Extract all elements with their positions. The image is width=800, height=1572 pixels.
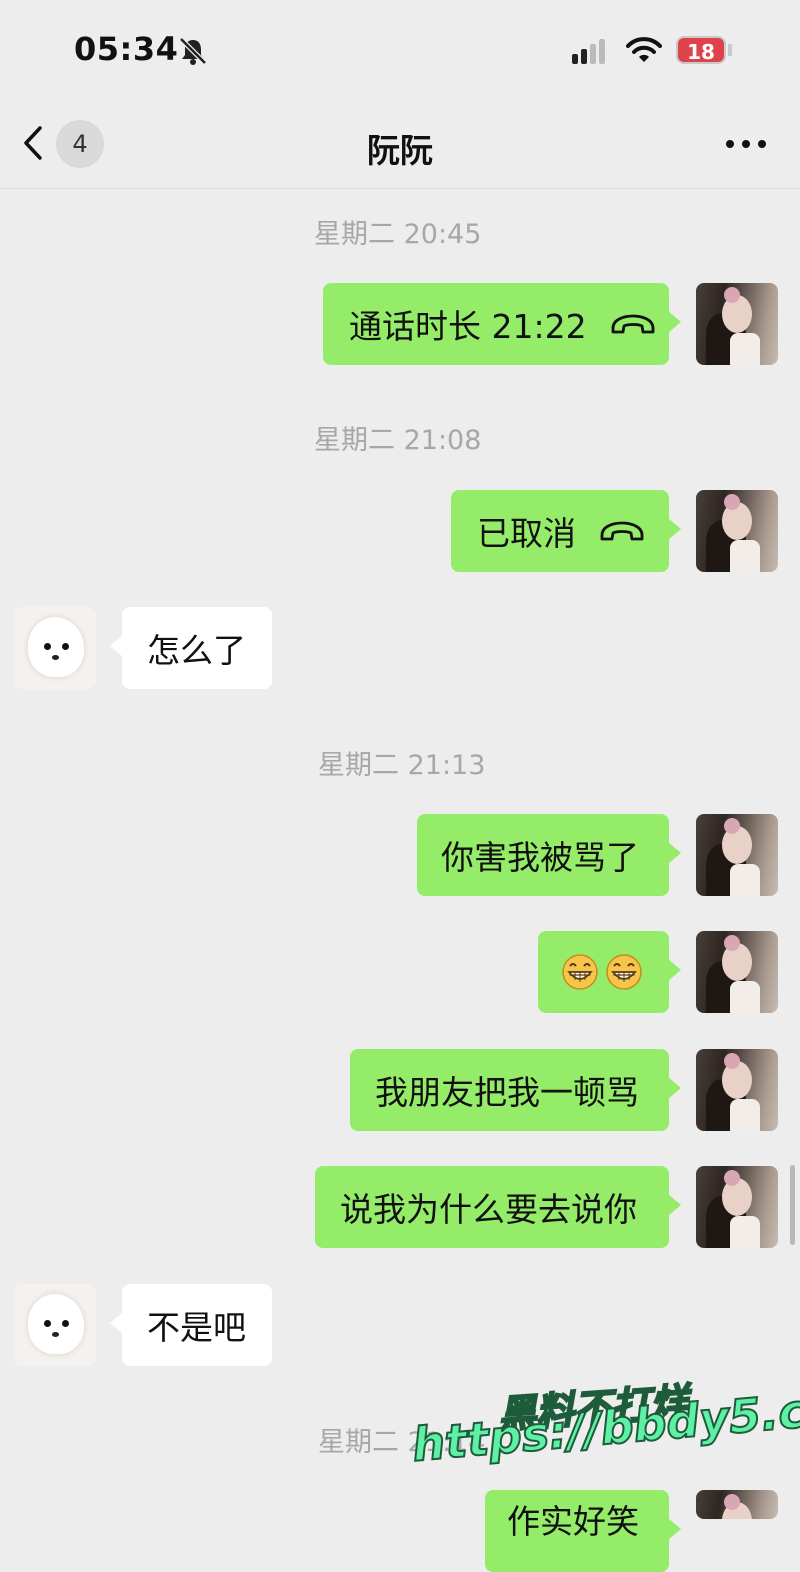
message-text: 已取消 xyxy=(477,514,576,553)
bell-muted-icon xyxy=(179,37,207,65)
my-avatar[interactable] xyxy=(696,1490,778,1519)
incoming-message[interactable]: 不是吧 xyxy=(110,1284,272,1366)
battery-tip xyxy=(728,44,732,56)
my-avatar[interactable] xyxy=(696,1166,778,1248)
timestamp: 星期二 20:45 xyxy=(314,219,482,250)
chat-title[interactable]: 阮阮 xyxy=(0,124,800,172)
contact-avatar[interactable] xyxy=(14,1284,96,1366)
call-duration-message[interactable]: 通话时长 21:22 xyxy=(323,283,681,365)
outgoing-message[interactable]: 作实好笑 xyxy=(485,1490,681,1572)
my-avatar[interactable] xyxy=(696,1049,778,1131)
emoji-message[interactable] xyxy=(538,931,681,1013)
message-text: 你害我被骂了 xyxy=(441,838,639,877)
scrollbar-thumb[interactable] xyxy=(790,1165,795,1245)
status-time: 05:34 xyxy=(74,30,179,68)
outgoing-message[interactable]: 你害我被骂了 xyxy=(417,814,681,896)
message-text: 不是吧 xyxy=(147,1308,246,1347)
message-text: 作实好笑 xyxy=(507,1502,639,1541)
incoming-message[interactable]: 怎么了 xyxy=(110,607,272,689)
phone-hangup-icon xyxy=(600,521,644,541)
phone-hangup-icon xyxy=(611,314,654,334)
contact-avatar[interactable] xyxy=(14,607,96,689)
my-avatar[interactable] xyxy=(696,490,778,572)
my-avatar[interactable] xyxy=(696,283,778,365)
more-icon[interactable] xyxy=(726,140,766,150)
outgoing-message[interactable]: 说我为什么要去说你 xyxy=(315,1166,681,1248)
battery-level: 18 xyxy=(676,36,726,64)
my-avatar[interactable] xyxy=(696,931,778,1013)
status-bar: 05:34 18 xyxy=(0,0,800,100)
grin-emoji-icon xyxy=(606,954,642,990)
timestamp: 星期二 21:08 xyxy=(314,425,482,456)
message-text: 怎么了 xyxy=(147,631,246,670)
my-avatar[interactable] xyxy=(696,814,778,896)
grin-emoji-icon xyxy=(562,954,598,990)
wifi-icon xyxy=(626,37,662,62)
cancelled-call-message[interactable]: 已取消 xyxy=(451,490,681,572)
message-text: 通话时长 21:22 xyxy=(349,307,587,346)
message-text: 我朋友把我一顿骂 xyxy=(375,1073,639,1112)
timestamp: 星期二 21:13 xyxy=(318,750,486,781)
outgoing-message[interactable]: 我朋友把我一顿骂 xyxy=(350,1049,681,1131)
message-text: 说我为什么要去说你 xyxy=(340,1190,637,1229)
